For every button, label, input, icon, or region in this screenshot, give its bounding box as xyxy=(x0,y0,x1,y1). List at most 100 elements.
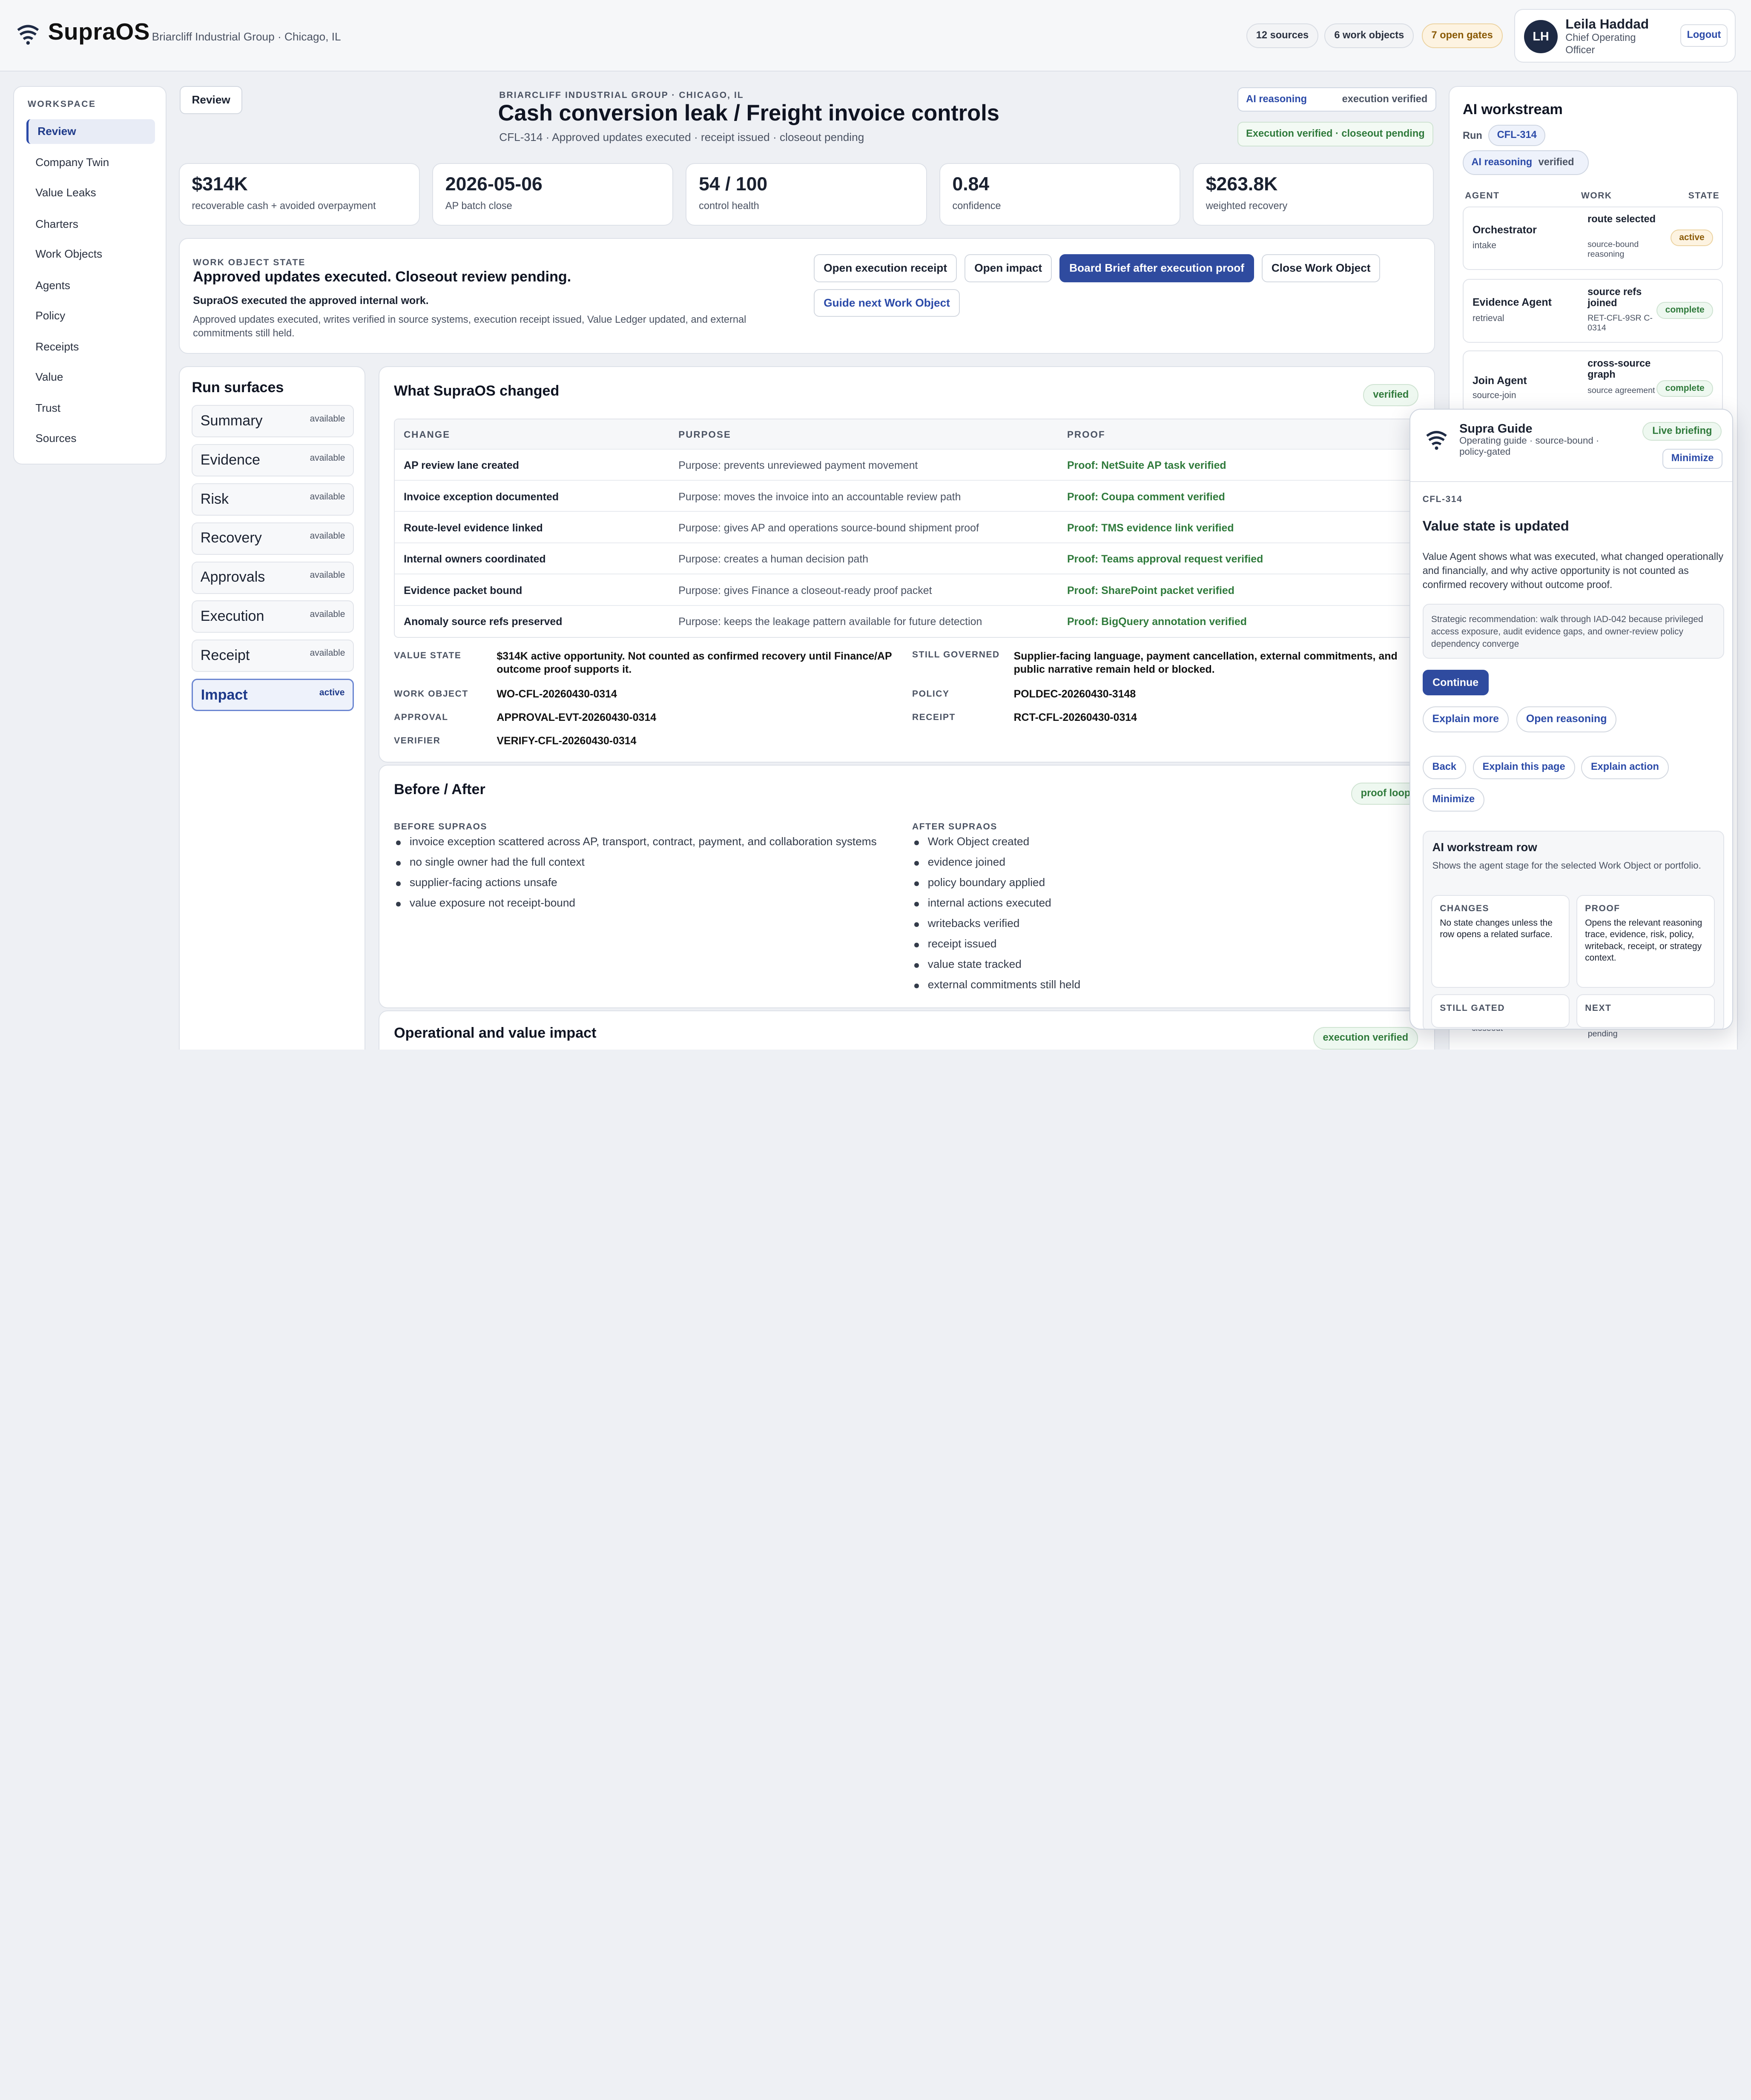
agent-name: Orchestrator xyxy=(1472,224,1537,236)
list-item: evidence joined xyxy=(912,855,1404,876)
column-header-change: CHANGE xyxy=(404,429,451,440)
kpi-label: control health xyxy=(699,201,759,212)
next-box: NEXT xyxy=(1576,994,1715,1028)
list-item: internal actions executed xyxy=(912,896,1404,917)
purpose-cell: Purpose: gives Finance a closeout-ready … xyxy=(678,584,932,597)
sidebar-item-company-twin[interactable]: Company Twin xyxy=(26,150,155,175)
open-reasoning-button[interactable]: Open reasoning xyxy=(1516,706,1617,732)
row-card-title: AI workstream row xyxy=(1432,840,1537,854)
explain-more-button[interactable]: Explain more xyxy=(1422,706,1509,732)
changes-key: CHANGES xyxy=(1440,904,1490,914)
table-header: CHANGE PURPOSE PROOF xyxy=(395,419,1420,450)
proof-key: PROOF xyxy=(1585,904,1620,914)
agent-row-evidence[interactable]: Evidence Agent retrieval source refs joi… xyxy=(1462,279,1723,343)
avatar: LH xyxy=(1524,20,1558,54)
run-surface-risk[interactable]: Risk available xyxy=(192,483,354,516)
run-surface-status: available xyxy=(310,492,345,502)
run-surface-approvals[interactable]: Approvals available xyxy=(192,561,354,594)
board-brief-button[interactable]: Board Brief after execution proof xyxy=(1059,254,1254,282)
sources-pill[interactable]: 12 sources xyxy=(1246,23,1319,48)
agent-name: Evidence Agent xyxy=(1472,296,1552,309)
purpose-cell: Purpose: keeps the leakage pattern avail… xyxy=(678,616,982,628)
wos-eyebrow: WORK OBJECT STATE xyxy=(193,258,306,268)
sidebar-item-sources[interactable]: Sources xyxy=(26,426,155,451)
work-object-id[interactable]: WO-CFL-20260430-0314 xyxy=(497,688,617,701)
logout-button[interactable]: Logout xyxy=(1680,24,1728,47)
agent-row-orchestrator[interactable]: Orchestrator intake route selected sourc… xyxy=(1462,206,1723,270)
guide-next-work-object-button[interactable]: Guide next Work Object xyxy=(814,289,960,317)
agent-state-badge: complete xyxy=(1656,302,1714,319)
open-impact-button[interactable]: Open impact xyxy=(964,254,1052,282)
agent-work: cross-source graph xyxy=(1587,358,1651,380)
receipt-id[interactable]: RCT-CFL-20260430-0314 xyxy=(1014,711,1137,724)
minimize-button[interactable]: Minimize xyxy=(1422,788,1485,812)
execution-verified-badge: execution verified xyxy=(1313,1027,1418,1050)
ai-reasoning-tag[interactable]: AI reasoning execution verified xyxy=(1237,87,1436,112)
approval-id[interactable]: APPROVAL-EVT-20260430-0314 xyxy=(497,711,656,724)
kpi-value: 2026-05-06 xyxy=(445,174,543,195)
ai-reasoning-chip-state: verified xyxy=(1538,157,1574,168)
run-id-chip[interactable]: CFL-314 xyxy=(1488,125,1546,146)
page-subtitle: CFL-314 · Approved updates executed · re… xyxy=(499,130,864,143)
kpi-card: 0.84 confidence xyxy=(939,163,1181,226)
verifier-id[interactable]: VERIFY-CFL-20260430-0314 xyxy=(497,734,636,748)
list-item: value exposure not receipt-bound xyxy=(394,896,907,917)
run-surface-impact[interactable]: Impact active xyxy=(192,678,354,711)
ai-workstream-title: AI workstream xyxy=(1462,101,1563,118)
run-surface-recovery[interactable]: Recovery available xyxy=(192,522,354,555)
agent-work: source refs joined xyxy=(1587,286,1642,309)
sidebar-item-receipts[interactable]: Receipts xyxy=(26,335,155,359)
open-gates-pill[interactable]: 7 open gates xyxy=(1421,23,1503,48)
policy-id[interactable]: POLDEC-20260430-3148 xyxy=(1014,688,1136,701)
table-row[interactable]: Anomaly source refs preserved Purpose: ke… xyxy=(395,606,1419,637)
recommendation-text: Strategic recommendation: walk through I… xyxy=(1431,614,1703,649)
table-row[interactable]: Route-level evidence linked Purpose: give… xyxy=(395,512,1420,543)
sidebar-item-charters[interactable]: Charters xyxy=(26,212,155,237)
continue-button[interactable]: Continue xyxy=(1422,669,1489,696)
policy-key: POLICY xyxy=(912,689,950,699)
table-row[interactable]: AP review lane created Purpose: prevents … xyxy=(395,450,1420,481)
open-execution-receipt-button[interactable]: Open execution receipt xyxy=(814,254,957,282)
list-item: Work Object created xyxy=(912,835,1404,855)
work-objects-pill[interactable]: 6 work objects xyxy=(1324,23,1414,48)
list-item: policy boundary applied xyxy=(912,876,1404,896)
operational-impact-panel: Operational and value impact execution v… xyxy=(379,1010,1435,1050)
wos-body: Approved updates executed, writes verifi… xyxy=(193,314,746,339)
run-surface-receipt[interactable]: Receipt available xyxy=(192,640,354,672)
guide-minimize-button[interactable]: Minimize xyxy=(1662,448,1722,469)
run-surface-execution[interactable]: Execution available xyxy=(192,600,354,633)
wos-title: Approved updates executed. Closeout revi… xyxy=(193,269,571,285)
run-surface-summary[interactable]: Summary available xyxy=(192,405,354,438)
explain-this-page-button[interactable]: Explain this page xyxy=(1473,755,1575,779)
agent-work: route selected xyxy=(1587,214,1656,225)
work-object-state-panel: WORK OBJECT STATE Approved updates execu… xyxy=(178,238,1435,354)
explain-action-button[interactable]: Explain action xyxy=(1581,755,1669,779)
sidebar-item-review[interactable]: Review xyxy=(26,119,155,144)
sidebar-item-policy[interactable]: Policy xyxy=(26,304,155,328)
review-button[interactable]: Review xyxy=(180,86,243,114)
ai-reasoning-chip-label: AI reasoning xyxy=(1471,157,1533,168)
run-surface-name: Risk xyxy=(200,491,229,507)
back-button[interactable]: Back xyxy=(1422,755,1466,779)
row-card-desc: Shows the agent stage for the selected W… xyxy=(1432,860,1701,871)
sidebar-item-agents[interactable]: Agents xyxy=(26,273,155,298)
purpose-cell: Purpose: creates a human decision path xyxy=(678,553,869,565)
table-row[interactable]: Internal owners coordinated Purpose: crea… xyxy=(395,543,1420,575)
run-surface-evidence[interactable]: Evidence available xyxy=(192,444,354,477)
table-row[interactable]: Evidence packet bound Purpose: gives Fina… xyxy=(395,574,1420,606)
kpi-label: AP batch close xyxy=(445,201,512,212)
page-title: Cash conversion leak / Freight invoice c… xyxy=(498,101,999,126)
guide-subtitle: Operating guide · source-bound · policy-… xyxy=(1459,435,1599,457)
agent-row-join[interactable]: Join Agent source-join cross-source grap… xyxy=(1462,350,1723,414)
sidebar-item-value-leaks[interactable]: Value Leaks xyxy=(26,181,155,205)
ai-reasoning-chip[interactable]: AI reasoning verified xyxy=(1462,150,1589,175)
close-work-object-button[interactable]: Close Work Object xyxy=(1261,254,1381,282)
agent-work-detail: RET-CFL-9SR C-0314 xyxy=(1587,313,1653,333)
agent-work-detail: source agreement xyxy=(1587,386,1655,396)
before-list: invoice exception scattered across AP, t… xyxy=(394,835,907,917)
sidebar-item-work-objects[interactable]: Work Objects xyxy=(26,242,155,267)
kpi-label: recoverable cash + avoided overpayment xyxy=(192,201,376,212)
sidebar-item-value[interactable]: Value xyxy=(26,365,155,390)
table-row[interactable]: Invoice exception documented Purpose: mov… xyxy=(395,481,1420,512)
sidebar-item-trust[interactable]: Trust xyxy=(26,396,155,421)
